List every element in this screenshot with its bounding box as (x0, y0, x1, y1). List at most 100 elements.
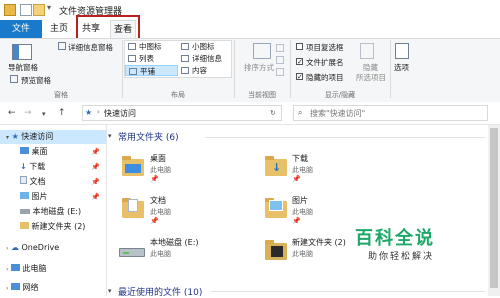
item-new-folder-2-name[interactable]: 新建文件夹 (2) (292, 237, 346, 248)
folder-app-icon (4, 4, 16, 16)
item-downloads-name[interactable]: 下载 (292, 153, 308, 164)
recent-files-header[interactable]: 最近使用的文件 (10) (118, 285, 202, 298)
downloads-folder-icon[interactable]: ↓ (265, 156, 287, 176)
group-label-layout: 布局 (171, 91, 185, 99)
add-columns-icon[interactable] (276, 56, 284, 64)
drive-led-icon (123, 252, 129, 254)
layout-tiles[interactable]: 平铺 (125, 65, 178, 76)
up-arrow-icon[interactable]: ↑ (58, 108, 66, 118)
navigation-pane-icon[interactable] (12, 44, 32, 60)
group-label-show-hide: 显示/隐藏 (324, 91, 356, 99)
collapse-chevron-icon[interactable]: ▾ (108, 132, 112, 140)
breadcrumb-separator-icon[interactable]: › (97, 108, 100, 116)
nav-item-network[interactable]: › 网络 (6, 281, 39, 295)
desktop-folder-icon[interactable] (122, 156, 144, 176)
preview-pane-button[interactable]: 预览窗格 (21, 75, 51, 86)
local-disk-icon[interactable] (119, 248, 145, 257)
new-folder-2-icon[interactable] (265, 240, 287, 260)
folder-content-thumbnail-icon (271, 246, 283, 257)
expand-chevron-icon[interactable]: ▾ (6, 134, 9, 141)
nav-item-new-folder-2[interactable]: 新建文件夹 (2) (20, 220, 85, 234)
nav-item-documents[interactable]: 文档 (20, 175, 46, 189)
content-icon (181, 67, 189, 74)
landscape-picture-icon (269, 200, 283, 211)
group-by-icon[interactable] (276, 44, 284, 52)
pin-icon: 📌 (91, 178, 100, 186)
preview-pane-icon[interactable] (10, 75, 18, 83)
computer-icon (10, 264, 20, 271)
pin-icon: 📌 (91, 148, 100, 156)
item-documents-name[interactable]: 文档 (150, 195, 166, 206)
properties-icon[interactable] (20, 4, 32, 16)
refresh-icon[interactable]: ↻ (270, 109, 276, 117)
item-checkboxes-checkbox[interactable] (296, 43, 303, 50)
hide-selected-label-2[interactable]: 所选项目 (356, 72, 386, 83)
size-columns-icon[interactable] (276, 68, 284, 76)
frequent-folders-header[interactable]: 常用文件夹 (6) (118, 130, 179, 143)
expand-chevron-icon[interactable]: › (6, 285, 8, 292)
nav-item-pictures[interactable]: 图片 (20, 190, 48, 204)
star-icon: ★ (11, 132, 19, 141)
details-pane-icon[interactable] (58, 42, 66, 50)
layout-tiles-label: 平铺 (140, 67, 155, 76)
pictures-folder-icon[interactable] (265, 198, 287, 218)
section-divider (210, 291, 485, 292)
details-pane-button[interactable]: 详细信息窗格 (68, 42, 113, 53)
item-desktop-location: 此电脑 (150, 166, 171, 174)
pin-icon: 📌 (150, 175, 159, 183)
item-local-disk-location: 此电脑 (150, 250, 171, 258)
customize-toolbar-chevron-icon[interactable]: ▾ (47, 3, 51, 12)
details-icon (181, 55, 189, 62)
documents-folder-icon[interactable] (122, 198, 144, 218)
pin-icon: 📌 (91, 163, 100, 171)
drive-icon (20, 209, 30, 214)
tab-home[interactable]: 主页 (46, 20, 72, 38)
options-icon[interactable] (395, 43, 409, 59)
hide-selected-items-icon[interactable] (360, 43, 374, 59)
layout-small-icons-label: 小图标 (192, 42, 215, 51)
sort-by-icon[interactable] (253, 43, 271, 59)
forward-arrow-icon[interactable]: → (24, 108, 32, 118)
item-new-folder-2-location: 此电脑 (292, 250, 313, 258)
layout-details[interactable]: 详细信息 (178, 53, 231, 64)
scrollbar-thumb[interactable] (490, 128, 498, 288)
hidden-items-label: 隐藏的项目 (306, 73, 344, 82)
layout-list[interactable]: 列表 (125, 53, 178, 64)
tab-file[interactable]: 文件 (0, 20, 42, 38)
nav-item-onedrive[interactable]: › ☁ OneDrive (6, 241, 59, 255)
new-folder-icon[interactable] (33, 4, 45, 16)
layout-content[interactable]: 内容 (178, 65, 231, 76)
recent-locations-chevron-icon[interactable]: ▾ (42, 110, 46, 118)
search-icon: ⌕ (298, 108, 303, 117)
expand-chevron-icon[interactable]: › (6, 245, 8, 252)
group-label-current-view: 当前视图 (248, 91, 276, 99)
search-placeholder: 搜索"快速访问" (310, 109, 366, 118)
layout-small-icons[interactable]: 小图标 (178, 41, 231, 52)
expand-chevron-icon[interactable]: › (6, 266, 8, 273)
item-downloads-location: 此电脑 (292, 166, 313, 174)
item-pictures-name[interactable]: 图片 (292, 195, 308, 206)
nav-desktop-label: 桌面 (31, 147, 48, 156)
nav-item-this-pc[interactable]: › 此电脑 (6, 262, 47, 276)
pin-icon: 📌 (292, 217, 301, 225)
collapse-chevron-icon[interactable]: ▾ (108, 287, 112, 295)
document-icon (20, 176, 27, 184)
item-pictures-location: 此电脑 (292, 208, 313, 216)
ribbon-tab-bar (0, 20, 500, 38)
nav-item-local-disk-e[interactable]: 本地磁盘 (E:) (20, 205, 81, 219)
layout-medium-icons[interactable]: 中图标 (125, 41, 178, 52)
navigation-pane-button[interactable]: 导航窗格 (8, 62, 38, 73)
sort-by-button[interactable]: 排序方式 (244, 62, 274, 73)
file-extensions-checkbox[interactable]: ✓ (296, 58, 303, 66)
options-button[interactable]: 选项 (394, 62, 409, 73)
breadcrumb[interactable]: 快速访问 (104, 108, 136, 119)
nav-item-desktop[interactable]: 桌面 (20, 145, 48, 159)
cloud-icon: ☁ (10, 243, 19, 252)
medium-icons-icon (128, 43, 136, 50)
hidden-items-checkbox[interactable]: ✓ (296, 73, 303, 81)
back-arrow-icon[interactable]: ← (8, 108, 16, 118)
nav-item-downloads[interactable]: ↓ 下载 (20, 160, 45, 174)
item-local-disk-name[interactable]: 本地磁盘 (E:) (150, 237, 199, 248)
nav-item-quick-access[interactable]: ▾ ★ 快速访问 (6, 130, 53, 144)
item-desktop-name[interactable]: 桌面 (150, 153, 166, 164)
